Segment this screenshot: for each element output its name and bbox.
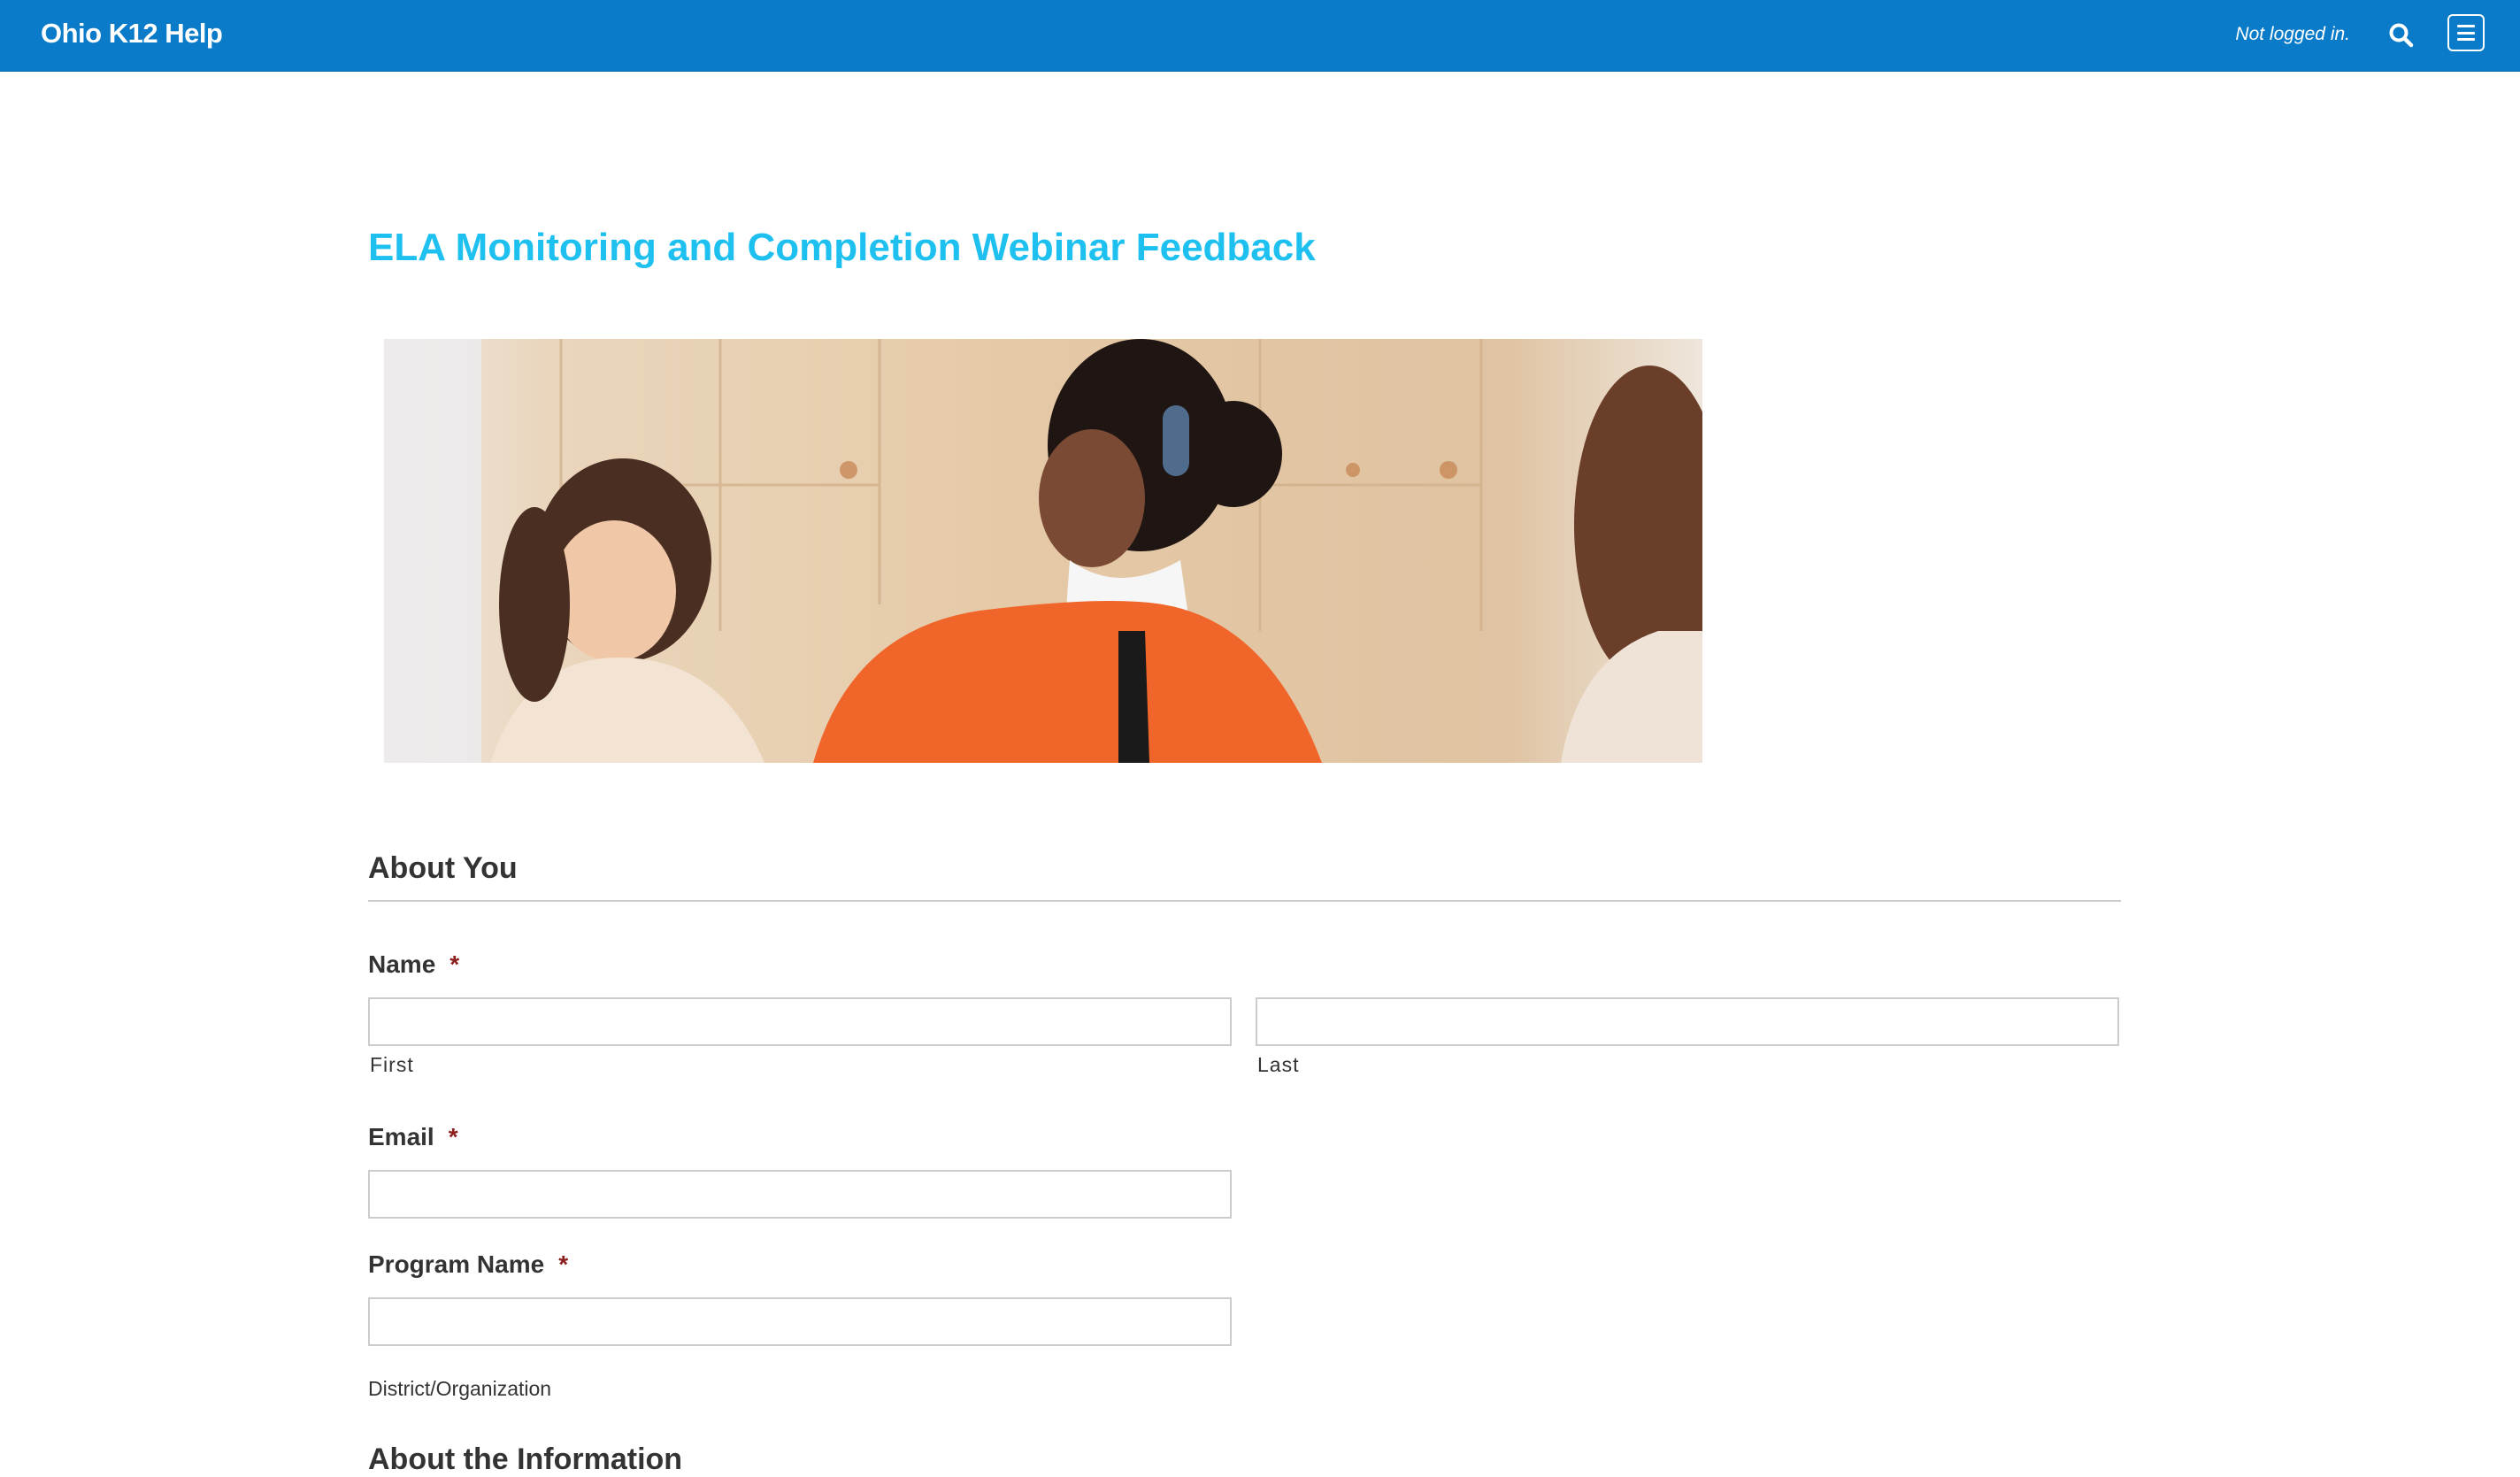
- last-name-sublabel: Last: [1257, 1053, 1300, 1076]
- section-title-about-you: About You: [368, 851, 518, 885]
- menu-icon[interactable]: [2447, 14, 2485, 51]
- header-image: [384, 339, 1702, 763]
- section-title-about-the-information: About the Information: [368, 1442, 683, 1476]
- program-name-input[interactable]: [368, 1297, 1232, 1346]
- last-name-input[interactable]: [1256, 997, 2119, 1046]
- site-title-link[interactable]: Ohio K12 Help: [41, 18, 223, 50]
- first-name-input[interactable]: [368, 997, 1232, 1046]
- required-marker: *: [449, 950, 460, 978]
- email-label-text: Email: [368, 1123, 434, 1150]
- program-name-label-text: Program Name: [368, 1250, 545, 1278]
- search-icon[interactable]: [2387, 21, 2416, 50]
- first-name-sublabel: First: [370, 1053, 414, 1076]
- section-divider: [368, 900, 2121, 902]
- page-title: ELA Monitoring and Completion Webinar Fe…: [368, 226, 1316, 269]
- name-label: Name *: [368, 950, 459, 979]
- email-input[interactable]: [368, 1170, 1232, 1219]
- required-marker: *: [448, 1123, 458, 1150]
- required-marker: *: [558, 1250, 569, 1278]
- top-bar: Ohio K12 Help Not logged in.: [0, 0, 2520, 72]
- program-name-label: Program Name *: [368, 1250, 568, 1279]
- login-status: Not logged in.: [2235, 24, 2350, 44]
- email-label: Email *: [368, 1123, 458, 1151]
- name-label-text: Name: [368, 950, 436, 978]
- program-name-description: District/Organization: [368, 1377, 552, 1400]
